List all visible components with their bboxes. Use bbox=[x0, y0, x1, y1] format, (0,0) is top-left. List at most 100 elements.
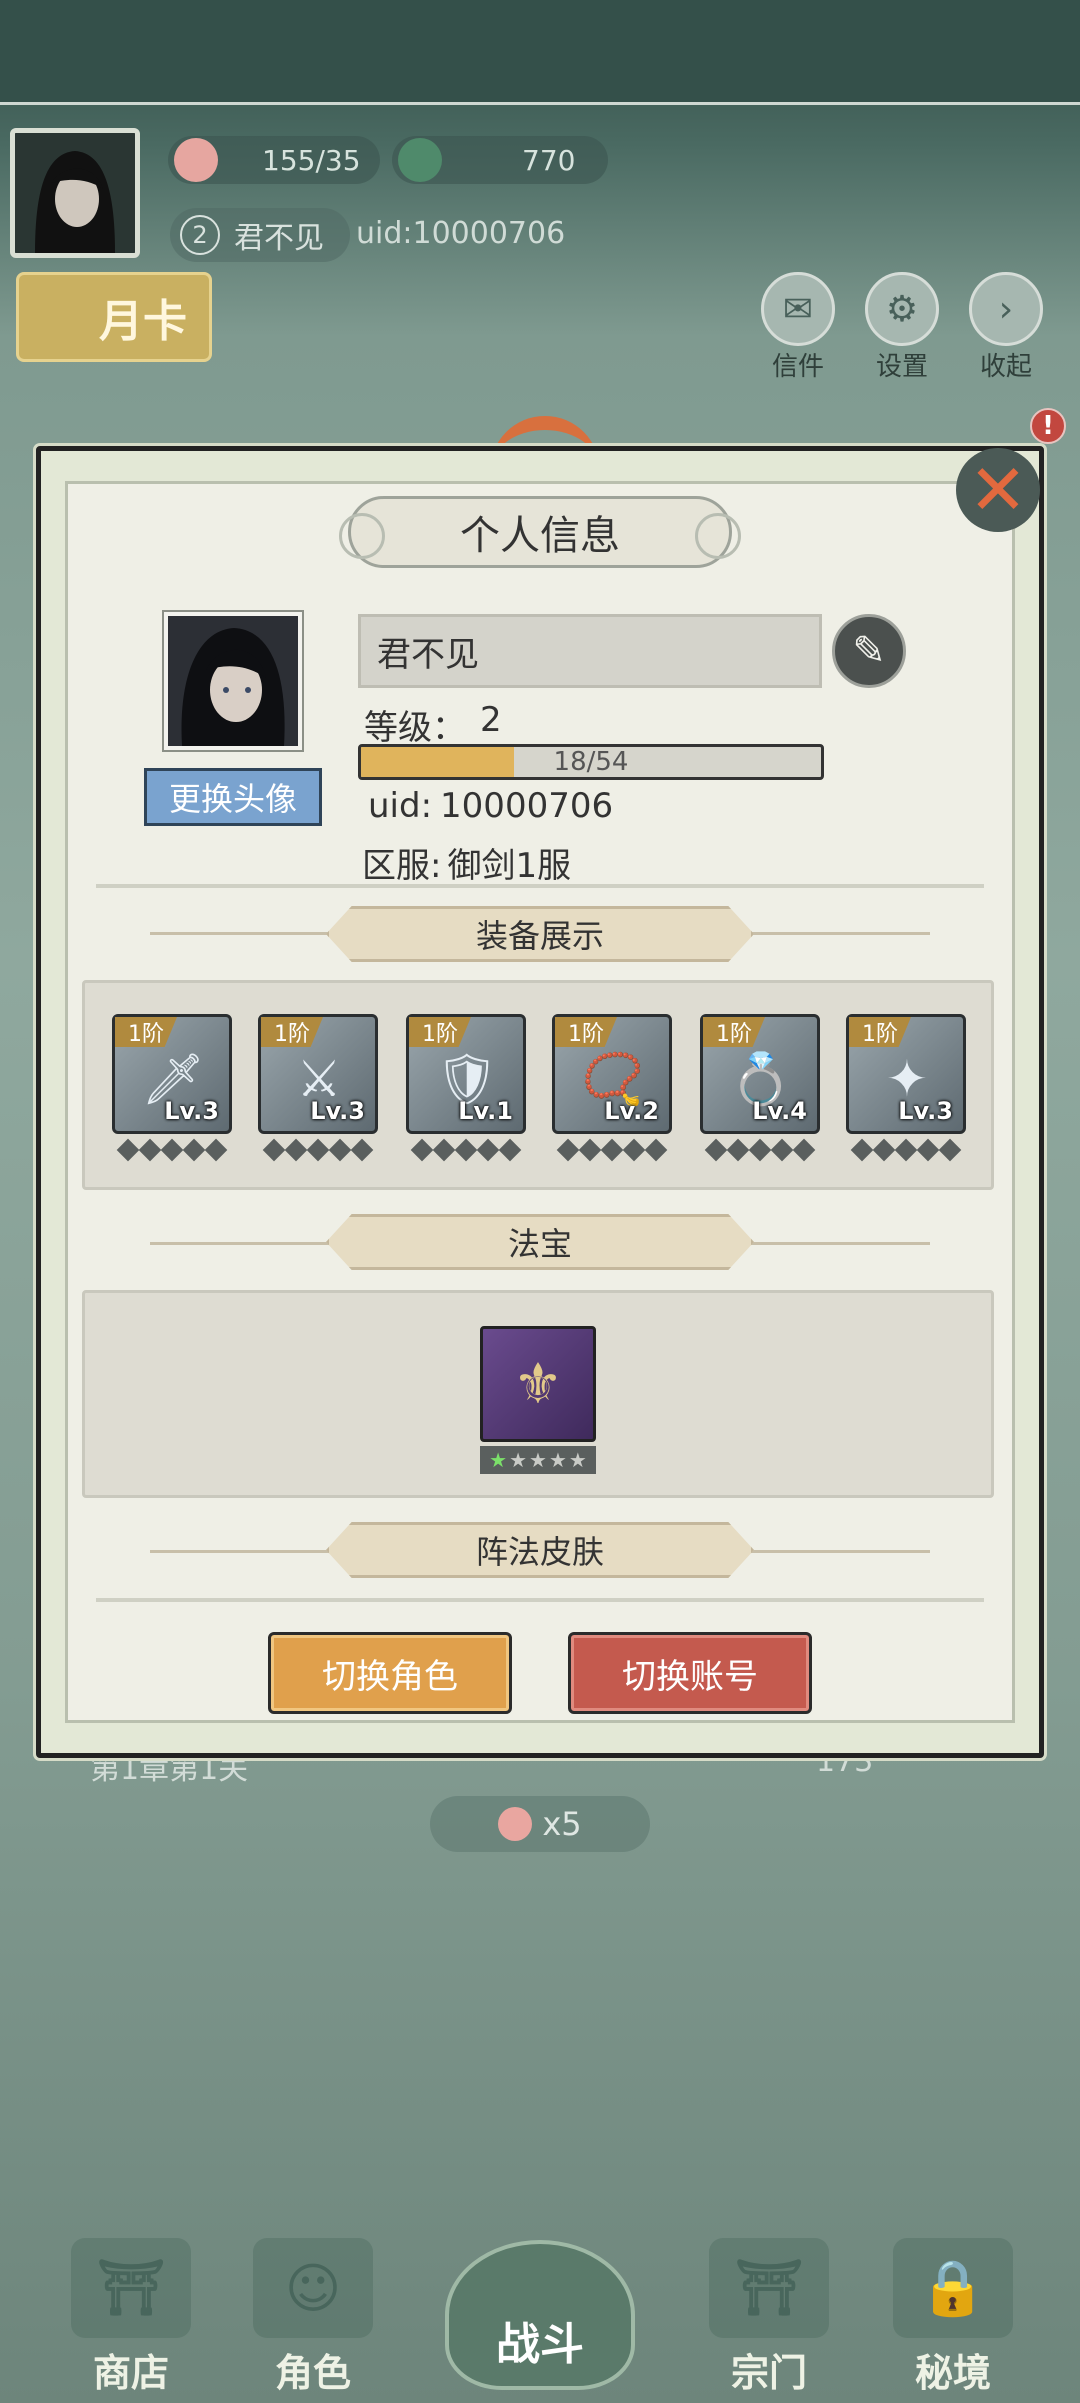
mail-button[interactable]: ✉ 信件 bbox=[758, 272, 838, 383]
settings-button[interactable]: ⚙ 设置 bbox=[862, 272, 942, 383]
peach-stat: 155/35 bbox=[168, 136, 380, 184]
equipment-level: Lv.3 bbox=[898, 1097, 953, 1125]
equipment-tier: 1阶 bbox=[409, 1017, 471, 1047]
jade-dragon-icon bbox=[398, 138, 442, 182]
equipment-star-dots bbox=[700, 1138, 820, 1162]
uid-row: uid: 10000706 bbox=[368, 786, 613, 826]
section-equipment-title: 装备展示 bbox=[326, 906, 754, 962]
star-empty-icon: ★ bbox=[529, 1448, 547, 1472]
equipment-star-dots bbox=[112, 1138, 232, 1162]
equipment-tier: 1阶 bbox=[703, 1017, 765, 1047]
nav-shop[interactable]: ⛩ 商店 bbox=[56, 2238, 206, 2397]
brush-icon: ✎ bbox=[852, 628, 886, 674]
mail-icon: ✉ bbox=[761, 272, 835, 346]
equipment-star-dots bbox=[846, 1138, 966, 1162]
player-level-badge: 2 bbox=[180, 215, 220, 255]
peach-icon bbox=[174, 138, 218, 182]
collapse-label: 收起 bbox=[979, 352, 1032, 382]
server-label: 区服: bbox=[362, 846, 442, 886]
change-avatar-button[interactable]: 更换头像 bbox=[144, 768, 322, 826]
gear-icon: ⚙ bbox=[865, 272, 939, 346]
peach-icon bbox=[498, 1807, 533, 1841]
battle-swords-icon: 战斗 bbox=[445, 2240, 635, 2390]
exp-progress-bar: 18/54 bbox=[358, 744, 824, 780]
lock-icon: 🔒 bbox=[893, 2238, 1013, 2338]
player-name: 君不见 bbox=[234, 221, 324, 256]
divider bbox=[96, 884, 984, 888]
character-icon: ☺ bbox=[253, 2238, 373, 2338]
jade-count: 770 bbox=[522, 143, 576, 177]
nav-sect-label: 宗门 bbox=[730, 2351, 807, 2395]
player-avatar[interactable] bbox=[10, 128, 140, 258]
equipment-slot[interactable]: 1阶 📿 Lv.2 bbox=[552, 1014, 672, 1134]
reward-pill: x5 bbox=[430, 1796, 650, 1852]
equipment-slot[interactable]: 1阶 🗡 Lv.3 bbox=[112, 1014, 232, 1134]
nav-shop-label: 商店 bbox=[92, 2351, 169, 2395]
player-name-pill: 2 君不见 bbox=[170, 208, 350, 262]
notification-badge[interactable]: ! bbox=[1030, 408, 1066, 444]
collapse-button[interactable]: › 收起 bbox=[966, 272, 1046, 383]
jade-stat: 770 bbox=[392, 136, 608, 184]
equipment-slot[interactable]: 1阶 ⚔ Lv.3 bbox=[258, 1014, 378, 1134]
equipment-star-dots bbox=[406, 1138, 526, 1162]
nav-sect[interactable]: ⛩ 宗门 bbox=[694, 2238, 844, 2397]
uid-label: uid: bbox=[368, 786, 433, 826]
equipment-tier: 1阶 bbox=[115, 1017, 177, 1047]
shop-icon: ⛩ bbox=[71, 2238, 191, 2338]
switch-role-button[interactable]: 切换角色 bbox=[268, 1632, 512, 1714]
nav-secret-label: 秘境 bbox=[914, 2351, 991, 2395]
treasure-slot[interactable]: ⚜ bbox=[480, 1326, 596, 1442]
equipment-slot[interactable]: 1阶 💍 Lv.4 bbox=[700, 1014, 820, 1134]
player-uid: uid:10000706 bbox=[356, 216, 566, 251]
month-card-button[interactable]: 月卡 bbox=[16, 272, 212, 362]
section-line-right bbox=[750, 1242, 930, 1245]
equipment-slot[interactable]: 1阶 🛡 Lv.1 bbox=[406, 1014, 526, 1134]
exp-progress-text: 18/54 bbox=[553, 747, 629, 777]
month-card-label: 月卡 bbox=[99, 296, 187, 347]
chevron-right-icon: › bbox=[969, 272, 1043, 346]
level-value: 2 bbox=[480, 700, 502, 740]
equipment-star-dots bbox=[258, 1138, 378, 1162]
section-treasure-title: 法宝 bbox=[326, 1214, 754, 1270]
nav-battle[interactable]: 战斗 bbox=[430, 2240, 650, 2400]
close-button[interactable]: ✕ bbox=[956, 448, 1040, 532]
equipment-tier: 1阶 bbox=[555, 1017, 617, 1047]
avatar-portrait-icon bbox=[15, 133, 135, 253]
nav-character-label: 角色 bbox=[274, 2351, 351, 2395]
equipment-level: Lv.3 bbox=[310, 1097, 365, 1125]
mail-label: 信件 bbox=[771, 352, 824, 382]
section-line-left bbox=[150, 932, 330, 935]
nickname-value: 君不见 bbox=[377, 634, 479, 675]
uid-value: 10000706 bbox=[440, 786, 614, 826]
section-line-right bbox=[750, 1550, 930, 1553]
profile-portrait bbox=[164, 612, 302, 750]
equipment-tier: 1阶 bbox=[261, 1017, 323, 1047]
equipment-level: Lv.4 bbox=[752, 1097, 807, 1125]
edit-nickname-button[interactable]: ✎ bbox=[832, 614, 906, 688]
nav-secret[interactable]: 🔒 秘境 bbox=[878, 2238, 1028, 2397]
reward-count: x5 bbox=[542, 1805, 582, 1843]
star-empty-icon: ★ bbox=[509, 1448, 528, 1472]
settings-label: 设置 bbox=[875, 352, 928, 382]
star-filled-icon: ★ bbox=[489, 1448, 508, 1472]
nav-character[interactable]: ☺ 角色 bbox=[238, 2238, 388, 2397]
nav-battle-label: 战斗 bbox=[496, 2319, 584, 2370]
section-line-left bbox=[150, 1242, 330, 1245]
treasure-stars: ★ ★ ★ ★ ★ bbox=[480, 1446, 596, 1474]
equipment-tier: 1阶 bbox=[849, 1017, 911, 1047]
portrait-icon bbox=[168, 616, 298, 746]
peach-count: 155/35 bbox=[262, 143, 361, 177]
equipment-slot[interactable]: 1阶 ✦ Lv.3 bbox=[846, 1014, 966, 1134]
equipment-level: Lv.3 bbox=[164, 1097, 219, 1125]
level-row: 等级： 2 bbox=[364, 700, 502, 749]
level-label: 等级： bbox=[364, 708, 466, 748]
switch-account-button[interactable]: 切换账号 bbox=[568, 1632, 812, 1714]
equipment-level: Lv.2 bbox=[604, 1097, 659, 1125]
equipment-star-dots bbox=[552, 1138, 672, 1162]
section-line-right bbox=[750, 932, 930, 935]
section-formation-title: 阵法皮肤 bbox=[326, 1522, 754, 1578]
modal-title: 个人信息 bbox=[339, 496, 741, 568]
server-row: 区服: 御剑1服 bbox=[362, 838, 571, 887]
nickname-field[interactable]: 君不见 bbox=[358, 614, 822, 688]
top-status-bar bbox=[0, 0, 1080, 105]
